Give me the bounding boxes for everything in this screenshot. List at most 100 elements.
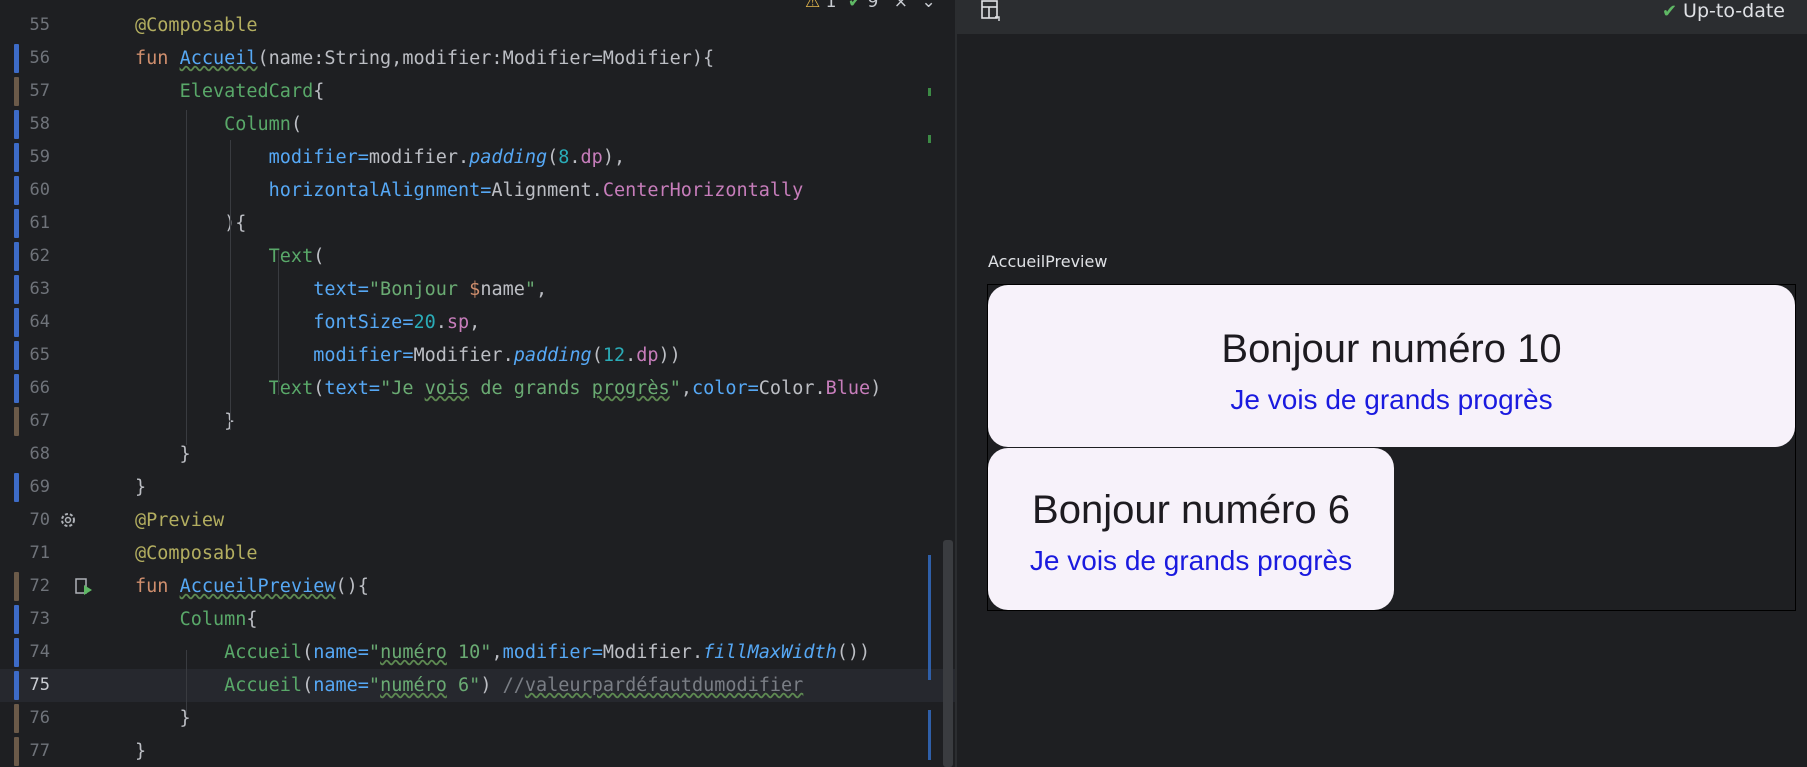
code-token: progrès (591, 378, 670, 399)
line-number: 63 (29, 279, 50, 299)
code-line[interactable]: 76 } (0, 702, 955, 735)
code-text[interactable]: @Preview (135, 504, 224, 537)
code-line[interactable]: 57 ElevatedCard{ (0, 75, 955, 108)
code-line[interactable]: 68 } (0, 438, 955, 471)
code-token: " (669, 378, 681, 399)
code-line[interactable]: 65 modifier=Modifier.padding(12.dp)) (0, 339, 955, 372)
vcs-change-marker[interactable] (14, 77, 19, 106)
code-text[interactable]: Column{ (135, 603, 258, 636)
code-token: 8 (558, 147, 570, 168)
code-line[interactable]: 58 Column( (0, 108, 955, 141)
code-line[interactable]: 55 @Composable (0, 9, 955, 42)
line-number: 65 (29, 345, 50, 365)
code-token: (name:String,modifier:Modifier=Modifier)… (257, 48, 715, 69)
code-text[interactable]: } (135, 471, 146, 504)
code-text[interactable]: Column( (135, 108, 302, 141)
vcs-change-marker[interactable] (14, 44, 19, 73)
code-token: fontSize= (313, 312, 414, 333)
code-line[interactable]: 72 fun AccueilPreview(){ (0, 570, 955, 603)
line-number: 58 (29, 114, 50, 134)
code-text[interactable]: } (135, 438, 191, 471)
vcs-change-marker[interactable] (14, 572, 19, 601)
code-text[interactable]: text="Bonjour $name", (135, 273, 547, 306)
vcs-change-marker[interactable] (14, 638, 19, 667)
change-marker (928, 135, 931, 143)
code-text[interactable]: modifier=modifier.padding(8.dp), (135, 141, 625, 174)
code-token: "Bonjour (368, 279, 470, 300)
code-token: ElevatedCard (179, 81, 314, 102)
vcs-change-marker[interactable] (14, 143, 19, 172)
code-line[interactable]: 74 Accueil(name="numéro 10",modifier=Mod… (0, 636, 955, 669)
code-line[interactable]: 73 Column{ (0, 603, 955, 636)
code-token: name= (313, 675, 369, 696)
preview-canvas[interactable]: Bonjour numéro 10 Je vois de grands prog… (987, 284, 1796, 611)
line-number: 62 (29, 246, 50, 266)
code-token: ( (290, 114, 303, 135)
gear-icon[interactable] (58, 510, 78, 530)
vcs-change-marker[interactable] (14, 473, 19, 502)
code-line[interactable]: 64 fontSize=20.sp, (0, 306, 955, 339)
code-token: valeurpardéfautdumodifier (524, 675, 804, 696)
code-line[interactable]: 61 ){ (0, 207, 955, 240)
code-text[interactable]: @Composable (135, 9, 258, 42)
code-token: Blue (825, 378, 871, 399)
layout-icon[interactable] (979, 0, 1001, 22)
vcs-change-marker[interactable] (14, 704, 19, 733)
vcs-change-marker[interactable] (14, 308, 19, 337)
code-line[interactable]: 70 @Preview (0, 504, 955, 537)
code-token: ( (302, 642, 314, 663)
vcs-change-marker[interactable] (14, 110, 19, 139)
vcs-change-marker[interactable] (14, 374, 19, 403)
code-text[interactable]: Accueil(name="numéro 10",modifier=Modifi… (135, 636, 870, 669)
code-token: ( (547, 147, 559, 168)
code-line[interactable]: 77} (0, 735, 955, 767)
vcs-change-marker[interactable] (14, 407, 19, 436)
code-token: AccueilPreview (179, 576, 336, 597)
code-line[interactable]: 59 modifier=modifier.padding(8.dp), (0, 141, 955, 174)
code-line[interactable]: 56 fun Accueil(name:String,modifier:Modif… (0, 42, 955, 75)
code-line[interactable]: 60 horizontalAlignment=Alignment.CenterH… (0, 174, 955, 207)
code-token: " (368, 675, 381, 696)
vcs-change-marker[interactable] (14, 176, 19, 205)
code-text[interactable]: } (135, 735, 146, 767)
code-token: Alignment. (491, 180, 603, 201)
vcs-change-marker[interactable] (14, 737, 19, 766)
code-editor[interactable]: ⚠ 1 ✔ 9 ⨯ ⌄ 55 @Composable 56 fun Accueil(n… (0, 0, 955, 767)
code-text[interactable]: Text(text="Je vois de grands progrès",co… (135, 372, 882, 405)
code-line[interactable]: 62 Text( (0, 240, 955, 273)
code-token: (){ (335, 576, 369, 597)
code-token: . (569, 147, 581, 168)
code-text[interactable]: fun AccueilPreview(){ (135, 570, 369, 603)
vcs-change-marker[interactable] (14, 605, 19, 634)
code-token: 10" (446, 642, 492, 663)
vcs-change-marker[interactable] (14, 209, 19, 238)
code-text[interactable]: @Composable (135, 537, 258, 570)
vcs-change-marker[interactable] (14, 275, 19, 304)
code-line[interactable]: 69} (0, 471, 955, 504)
code-text[interactable]: } (135, 702, 191, 735)
code-line[interactable]: 75 Accueil(name="numéro 6") //valeurpard… (0, 669, 955, 702)
vcs-change-marker[interactable] (14, 242, 19, 271)
line-number: 55 (29, 15, 50, 35)
indent-guide (230, 140, 231, 430)
editor-scrollbar[interactable] (943, 540, 953, 767)
code-token: Text (268, 378, 314, 399)
code-line[interactable]: 67 } (0, 405, 955, 438)
code-text[interactable]: horizontalAlignment=Alignment.CenterHori… (135, 174, 804, 207)
code-line[interactable]: 63 text="Bonjour $name", (0, 273, 955, 306)
code-line[interactable]: 66 Text(text="Je vois de grands progrès"… (0, 372, 955, 405)
code-token: ( (313, 378, 325, 399)
code-text[interactable]: modifier=Modifier.padding(12.dp)) (135, 339, 681, 372)
code-line[interactable]: 71 @Composable (0, 537, 955, 570)
code-text[interactable]: ElevatedCard{ (135, 75, 325, 108)
line-number: 64 (29, 312, 50, 332)
vcs-change-marker[interactable] (14, 341, 19, 370)
run-preview-icon[interactable] (74, 577, 94, 597)
code-token: Accueil (224, 642, 303, 663)
code-token: " (368, 642, 381, 663)
code-text[interactable]: Accueil(name="numéro 6") //valeurpardéfa… (135, 669, 803, 702)
vcs-change-marker[interactable] (14, 671, 19, 700)
code-text[interactable]: fun Accueil(name:String,modifier:Modifie… (135, 42, 714, 75)
code-token: fun (135, 48, 180, 69)
